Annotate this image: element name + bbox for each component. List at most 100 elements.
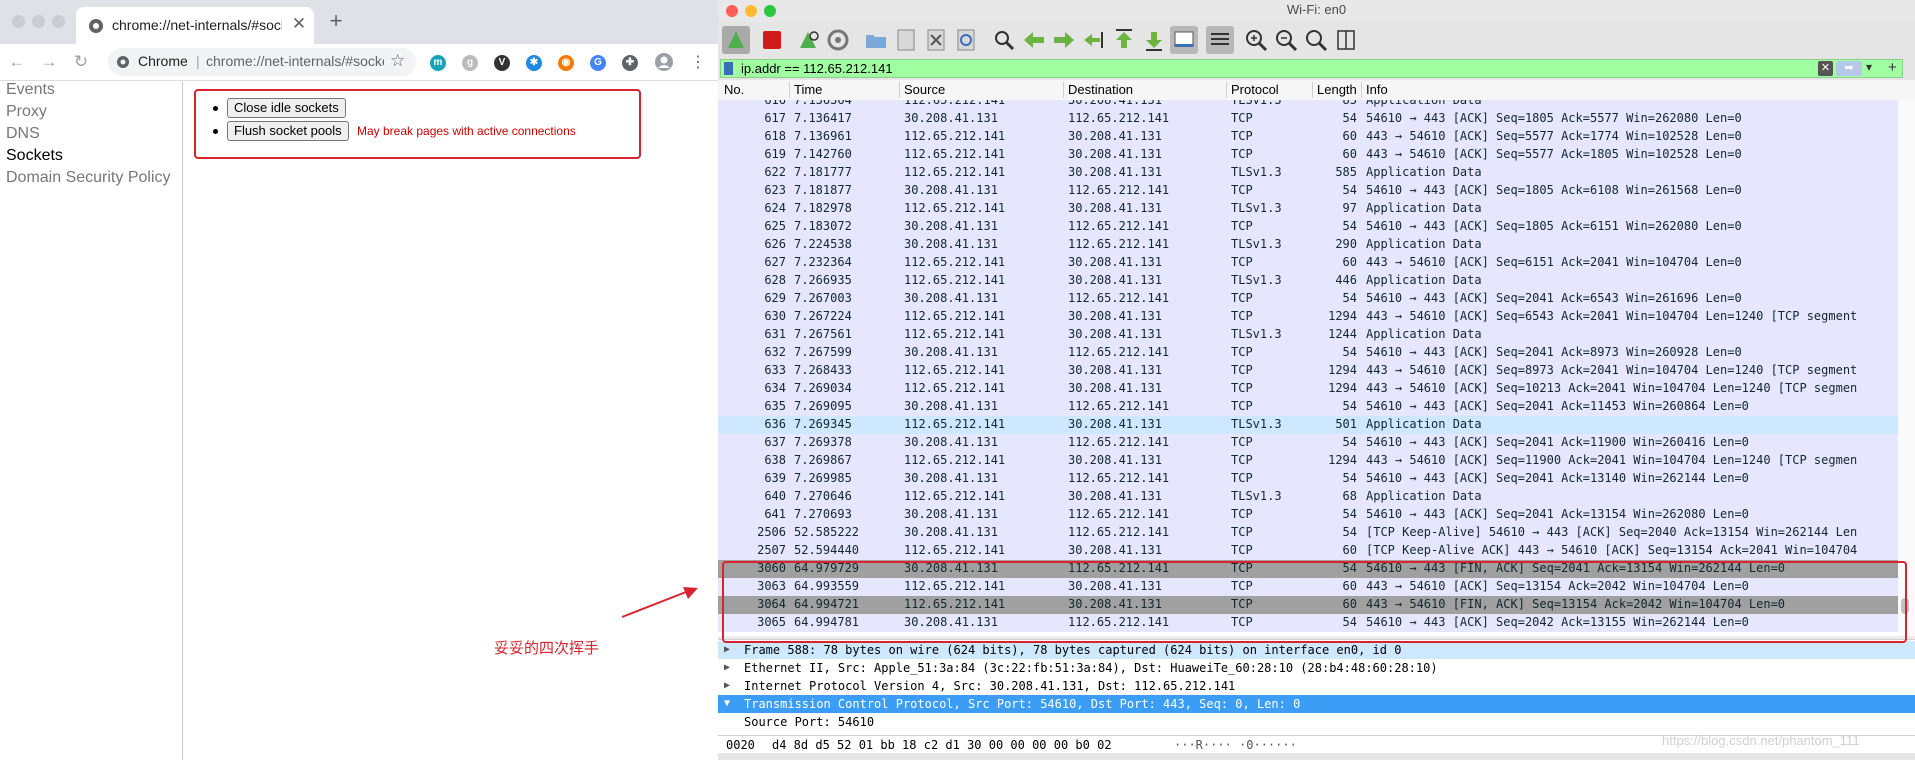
- restart-capture-icon[interactable]: [794, 26, 822, 54]
- minimize-window-button[interactable]: [32, 15, 45, 28]
- packet-row[interactable]: 632 7.267599 30.208.41.131 112.65.212.141 TC…: [718, 344, 1898, 362]
- packet-row[interactable]: 623 7.181877 30.208.41.131 112.65.212.141 TC…: [718, 182, 1898, 200]
- column-header-no[interactable]: No.: [724, 82, 744, 97]
- find-packet-magnifier-icon[interactable]: [990, 26, 1018, 54]
- close-idle-sockets-button[interactable]: Close idle sockets: [227, 98, 346, 118]
- bytes-ascii[interactable]: ···R···· ·0······: [1174, 736, 1297, 754]
- column-separator[interactable]: [789, 82, 790, 98]
- close-window-button[interactable]: [726, 5, 738, 17]
- m-icon[interactable]: m: [430, 55, 446, 71]
- autoscroll-icon[interactable]: [1170, 26, 1198, 54]
- packet-row[interactable]: 619 7.142760 112.65.212.141 30.208.41.131 TC…: [718, 146, 1898, 164]
- packet-row[interactable]: 631 7.267561 112.65.212.141 30.208.41.131 TL…: [718, 326, 1898, 344]
- resize-columns-icon[interactable]: [1332, 26, 1360, 54]
- packet-row[interactable]: 625 7.183072 30.208.41.131 112.65.212.141 TC…: [718, 218, 1898, 236]
- zoom-window-button[interactable]: [52, 15, 65, 28]
- last-packet-icon[interactable]: [1140, 26, 1168, 54]
- go-forward-arrow-icon[interactable]: [1050, 26, 1078, 54]
- reload-file-icon[interactable]: [952, 26, 980, 54]
- capture-options-gear-icon[interactable]: [824, 26, 852, 54]
- bookmark-star-icon[interactable]: ☆: [390, 51, 405, 71]
- packet-row[interactable]: 633 7.268433 112.65.212.141 30.208.41.131 TC…: [718, 362, 1898, 380]
- column-separator[interactable]: [1361, 82, 1362, 98]
- filter-history-chevron-down-icon[interactable]: ▾: [1866, 60, 1872, 74]
- column-separator[interactable]: [899, 82, 900, 98]
- column-header-length[interactable]: Length: [1317, 82, 1357, 97]
- packet-row[interactable]: 637 7.269378 30.208.41.131 112.65.212.141 TC…: [718, 434, 1898, 452]
- close-window-button[interactable]: [12, 15, 25, 28]
- packet-row[interactable]: 616 7.136364 112.65.212.141 30.208.41.131 TL…: [718, 100, 1898, 110]
- packet-row[interactable]: 617 7.136417 30.208.41.131 112.65.212.141 TC…: [718, 110, 1898, 128]
- minimize-window-button[interactable]: [745, 5, 757, 17]
- detail-tree-row[interactable]: ▶ Frame 588: 78 bytes on wire (624 bits),…: [718, 641, 1915, 659]
- column-header-time[interactable]: Time: [794, 82, 822, 97]
- save-file-icon[interactable]: [892, 26, 920, 54]
- star-burst-icon[interactable]: ✱: [526, 55, 542, 71]
- translate-icon[interactable]: G: [590, 55, 606, 71]
- profile-avatar-icon[interactable]: [654, 52, 674, 72]
- collapsed-triangle-icon[interactable]: ▶: [724, 677, 730, 695]
- packet-row[interactable]: 636 7.269345 112.65.212.141 30.208.41.131 TL…: [718, 416, 1898, 434]
- clear-filter-icon[interactable]: ✕: [1818, 61, 1833, 76]
- packet-row[interactable]: 624 7.182978 112.65.212.141 30.208.41.131 TL…: [718, 200, 1898, 218]
- colorize-icon[interactable]: [1206, 26, 1234, 54]
- column-header-source[interactable]: Source: [904, 82, 945, 97]
- chrome-menu-icon[interactable]: ⋮: [690, 52, 706, 72]
- sidebar-item-events[interactable]: Events: [6, 81, 55, 99]
- packet-row[interactable]: 626 7.224538 30.208.41.131 112.65.212.141 TL…: [718, 236, 1898, 254]
- add-filter-button-icon[interactable]: +: [1888, 59, 1897, 76]
- packet-row[interactable]: 2506 52.585222 30.208.41.131 112.65.212.141…: [718, 524, 1898, 542]
- packet-row[interactable]: 638 7.269867 112.65.212.141 30.208.41.131 TC…: [718, 452, 1898, 470]
- column-header-protocol[interactable]: Protocol: [1231, 82, 1279, 97]
- column-header-destination[interactable]: Destination: [1068, 82, 1133, 97]
- sidebar-item-dns[interactable]: DNS: [6, 125, 40, 143]
- packet-list-scrollbar[interactable]: [1898, 100, 1915, 636]
- column-separator[interactable]: [1063, 82, 1064, 98]
- packet-row[interactable]: 629 7.267003 30.208.41.131 112.65.212.141 TC…: [718, 290, 1898, 308]
- bookmark-icon[interactable]: [724, 62, 733, 75]
- new-tab-button[interactable]: +: [325, 10, 347, 32]
- tab-close-icon[interactable]: ✕: [288, 13, 310, 35]
- g-icon[interactable]: ɡ: [462, 55, 478, 71]
- collapsed-triangle-icon[interactable]: ▶: [724, 659, 730, 677]
- detail-tree-row[interactable]: ▼ Transmission Control Protocol, Src Port…: [718, 695, 1915, 713]
- packet-row[interactable]: 635 7.269095 30.208.41.131 112.65.212.141 TC…: [718, 398, 1898, 416]
- detail-tree-row[interactable]: ▶ Ethernet II, Src: Apple_51:3a:84 (3c:22…: [718, 659, 1915, 677]
- collapsed-triangle-icon[interactable]: ▶: [724, 641, 730, 659]
- detail-tree-row[interactable]: ▶ Internet Protocol Version 4, Src: 30.20…: [718, 677, 1915, 695]
- zoom-window-button[interactable]: [764, 5, 776, 17]
- start-capture-fin-icon[interactable]: [722, 26, 750, 54]
- zoom-normal-icon[interactable]: [1302, 26, 1330, 54]
- column-header-info[interactable]: Info: [1366, 82, 1388, 97]
- v-icon[interactable]: V: [494, 55, 510, 71]
- packet-row[interactable]: 639 7.269985 30.208.41.131 112.65.212.141 TC…: [718, 470, 1898, 488]
- packet-row[interactable]: 627 7.232364 112.65.212.141 30.208.41.131 TC…: [718, 254, 1898, 272]
- packet-row[interactable]: 628 7.266935 112.65.212.141 30.208.41.131 TL…: [718, 272, 1898, 290]
- address-bar[interactable]: Chrome | chrome://net-internals/#sockets…: [108, 48, 416, 76]
- reload-icon[interactable]: ↻: [70, 51, 92, 73]
- detail-tree-row[interactable]: Source Port: 54610: [718, 713, 1915, 731]
- browser-tab[interactable]: chrome://net-internals/#sockets ✕: [76, 7, 314, 44]
- flush-socket-pools-button[interactable]: Flush socket pools: [227, 121, 349, 141]
- first-packet-icon[interactable]: [1110, 26, 1138, 54]
- display-filter-input[interactable]: ip.addr == 112.65.212.141 ✕ ➡ ▾: [720, 59, 1903, 78]
- apply-filter-arrow-icon[interactable]: ➡: [1836, 61, 1862, 76]
- stop-capture-icon[interactable]: [758, 26, 786, 54]
- packet-row[interactable]: 641 7.270693 30.208.41.131 112.65.212.141 TC…: [718, 506, 1898, 524]
- back-arrow-icon[interactable]: ←: [6, 51, 28, 73]
- zoom-in-icon[interactable]: [1242, 26, 1270, 54]
- zoom-out-icon[interactable]: [1272, 26, 1300, 54]
- chrome-logo-icon[interactable]: [116, 55, 130, 69]
- sidebar-item-sockets[interactable]: Sockets: [6, 147, 63, 165]
- column-separator[interactable]: [1312, 82, 1313, 98]
- go-back-arrow-icon[interactable]: [1020, 26, 1048, 54]
- close-file-icon[interactable]: [922, 26, 950, 54]
- sidebar-item-domain-security-policy[interactable]: Domain Security Policy: [6, 169, 171, 187]
- go-to-packet-icon[interactable]: [1080, 26, 1108, 54]
- packet-row[interactable]: 640 7.270646 112.65.212.141 30.208.41.131 TL…: [718, 488, 1898, 506]
- bytes-hex[interactable]: d4 8d d5 52 01 bb 18 c2 d1 30 00 00 00 0…: [772, 736, 1112, 754]
- packet-row[interactable]: 2507 52.594440 112.65.212.141 30.208.41.131…: [718, 542, 1898, 560]
- orange-icon[interactable]: ◉: [558, 55, 574, 71]
- expanded-triangle-icon[interactable]: ▼: [724, 695, 730, 713]
- sidebar-item-proxy[interactable]: Proxy: [6, 103, 47, 121]
